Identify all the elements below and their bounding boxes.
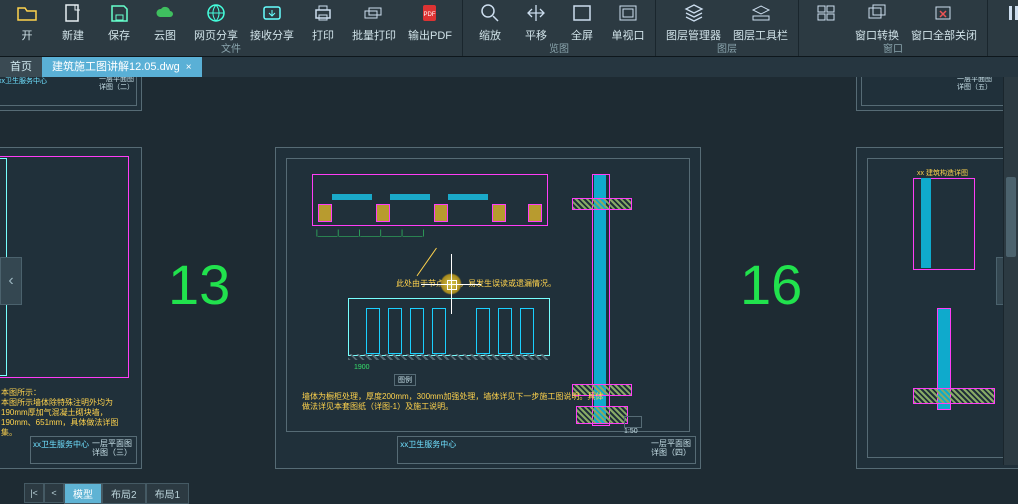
titleblock: xx卫生服务中心 一层平面图详图（三） (30, 436, 137, 464)
ribbon: 开 新建 保存 云图 网页分享 接收分享 打印 批量打印 PDF输出PDF 文件… (0, 0, 1018, 57)
scrollbar-vertical[interactable] (1003, 77, 1018, 465)
pan-icon (525, 2, 547, 24)
receive-button[interactable]: 接收分享 (244, 2, 300, 43)
winswitch-button[interactable]: 窗口转换 (849, 2, 905, 43)
mtab-nav-prev[interactable]: < (44, 483, 64, 503)
cloud-icon (154, 2, 176, 24)
layermgr-button[interactable]: 图层管理器 (660, 2, 727, 43)
winmenu-button[interactable] (803, 2, 849, 39)
ribbon-group-layer: 图层管理器 图层工具栏 图层 (656, 0, 799, 56)
model-layout-tabs: |< < 模型 布局2 布局1 (24, 484, 189, 502)
group-label-view: 览图 (463, 40, 655, 55)
sheet-right: xx 建筑构造详图 (856, 147, 1018, 469)
winmenu-icon (815, 2, 837, 24)
wincloseall-icon (933, 2, 955, 24)
zoom-icon (479, 2, 501, 24)
save-button[interactable]: 保存 (96, 2, 142, 43)
ribbon-group-window: 窗口转换 窗口全部关闭 窗口 (799, 0, 988, 56)
batchprint-button[interactable]: 批量打印 (346, 2, 402, 43)
group-label-window: 窗口 (799, 40, 987, 55)
full-icon (571, 2, 593, 24)
pan-button[interactable]: 平移 (513, 2, 559, 43)
sheet-center: |_____|_____|_____|_____|_____| 此处由于节点较多… (275, 147, 701, 469)
exportpdf-button[interactable]: PDF输出PDF (402, 2, 458, 43)
batchprint-icon (363, 2, 385, 24)
mtab-model[interactable]: 模型 (64, 483, 102, 504)
new-button[interactable]: 新建 (50, 2, 96, 43)
print-icon (312, 2, 334, 24)
receive-icon (261, 2, 283, 24)
layermgr-icon (683, 2, 705, 24)
drawing-note: 本图所示： 本图所示墙体除特殊注明外均为190mm厚加气混凝土砌块墙， 190m… (1, 388, 131, 438)
single-icon (617, 2, 639, 24)
scrollbar-thumb[interactable] (1006, 177, 1016, 257)
more-icon (1004, 2, 1018, 24)
cloud-button[interactable]: 云图 (142, 2, 188, 43)
tab-close-icon[interactable]: × (186, 62, 192, 73)
sheet-left-upper: xx卫生服务中心 一层平面图详图（二） (0, 77, 142, 111)
single-button[interactable]: 单视口 (605, 2, 651, 43)
crosshair-pickbox (447, 280, 457, 290)
tab-home[interactable]: 首页 (0, 57, 42, 77)
tab-active-doc[interactable]: 建筑施工图讲解12.05.dwg× (42, 57, 202, 77)
group-label-help: 帮助 (988, 40, 1018, 55)
new-icon (62, 2, 84, 24)
drawing-note: 墙体为橱柜处理，厚度200mm，300mm加强处理，墙体详见下一步施工图说明。具… (302, 392, 603, 412)
page-number-13: 13 (168, 257, 230, 313)
ribbon-group-file: 开 新建 保存 云图 网页分享 接收分享 打印 批量打印 PDF输出PDF 文件 (0, 0, 463, 56)
layertool-icon (750, 2, 772, 24)
group-label-file: 文件 (0, 40, 462, 55)
more-button[interactable] (992, 2, 1018, 39)
drawing-canvas[interactable]: xx卫生服务中心 一层平面图详图（二） 本图所示： 本图所示墙体除特殊注明外均为… (0, 77, 1018, 483)
full-button[interactable]: 全屏 (559, 2, 605, 43)
mtab-layout1[interactable]: 布局1 (146, 483, 190, 504)
zoom-button[interactable]: 缩放 (467, 2, 513, 43)
open-icon (16, 2, 38, 24)
nav-prev-button[interactable]: ‹ (0, 257, 22, 305)
winswitch-icon (866, 2, 888, 24)
wincloseall-button[interactable]: 窗口全部关闭 (905, 2, 983, 43)
sheet-right-upper: 一层平面图详图（五） (856, 77, 1018, 111)
mtab-layout2[interactable]: 布局2 (102, 483, 146, 504)
print-button[interactable]: 打印 (300, 2, 346, 43)
mtab-nav-first[interactable]: |< (24, 483, 44, 503)
ribbon-group-view: 缩放 平移 全屏 单视口 览图 (463, 0, 656, 56)
pdf-icon: PDF (419, 2, 441, 24)
webshare-icon (205, 2, 227, 24)
document-tabbar: 首页 建筑施工图讲解12.05.dwg× (0, 57, 1018, 77)
titleblock: xx卫生服务中心 一层平面图详图（四） (397, 436, 696, 464)
page-number-16: 16 (740, 257, 802, 313)
save-icon (108, 2, 130, 24)
group-label-layer: 图层 (656, 40, 798, 55)
ribbon-group-help: 设置 客服 ?帮助 帮助 (988, 0, 1018, 56)
layertool-button[interactable]: 图层工具栏 (727, 2, 794, 43)
svg-text:PDF: PDF (424, 12, 436, 18)
open-button[interactable]: 开 (4, 2, 50, 43)
sheet-left-lower: 本图所示： 本图所示墙体除特殊注明外均为190mm厚加气混凝土砌块墙， 190m… (0, 147, 142, 469)
webshare-button[interactable]: 网页分享 (188, 2, 244, 43)
